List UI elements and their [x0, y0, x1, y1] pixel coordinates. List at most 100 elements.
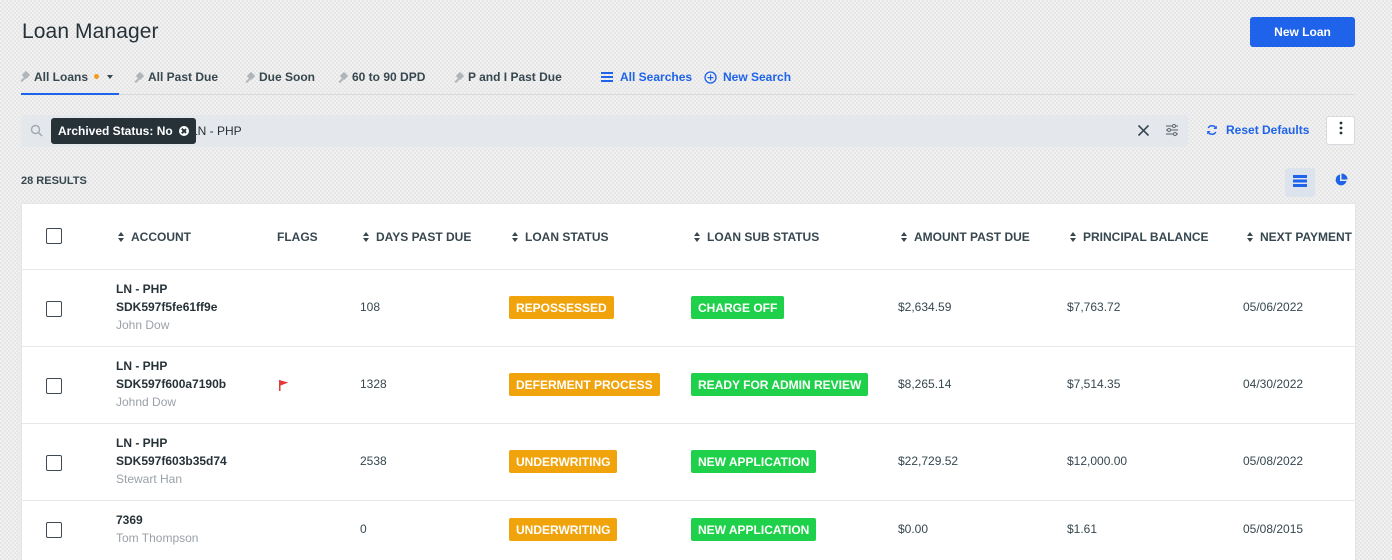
sort-icon: [1247, 232, 1254, 242]
column-header-account[interactable]: ACCOUNT: [118, 230, 191, 244]
search-tabs: All Loans All Past Due Due Soon 60 to 90…: [21, 60, 1355, 95]
amount-past-due-cell: $22,729.52: [898, 454, 959, 468]
filter-chip[interactable]: Archived Status: No: [51, 118, 196, 144]
column-header-days-past-due[interactable]: DAYS PAST DUE: [363, 230, 471, 244]
column-header-loan-sub-status[interactable]: LOAN SUB STATUS: [694, 230, 819, 244]
row-checkbox[interactable]: [46, 522, 62, 538]
filter-chip-label: Archived Status: No: [58, 124, 173, 138]
tab-all-loans[interactable]: All Loans: [21, 60, 120, 95]
tab-label: All Past Due: [148, 70, 219, 84]
column-header-label: AMOUNT PAST DUE: [914, 230, 1030, 244]
days-past-due-cell: 2538: [360, 454, 387, 468]
column-header-loan-status[interactable]: LOAN STATUS: [512, 230, 609, 244]
tab-label: 60 to 90 DPD: [352, 70, 426, 84]
column-header-label: LOAN SUB STATUS: [707, 230, 820, 244]
pin-icon: [135, 72, 146, 83]
select-all-checkbox[interactable]: [46, 228, 62, 244]
borrower-name: John Dow: [116, 318, 170, 332]
sort-icon: [694, 232, 701, 242]
loan-sub-status-badge: NEW APPLICATION: [691, 450, 817, 473]
table-row[interactable]: LN - PHP SDK597f600a7190b Johnd Dow 1328…: [22, 347, 1355, 424]
all-searches-label: All Searches: [620, 70, 693, 84]
reset-defaults-label: Reset Defaults: [1226, 123, 1310, 137]
borrower-name: Stewart Han: [116, 472, 183, 486]
new-search-link[interactable]: New Search: [704, 60, 791, 94]
borrower-name: Tom Thompson: [116, 531, 199, 545]
kebab-menu-icon: [1339, 121, 1343, 140]
row-checkbox[interactable]: [46, 301, 62, 317]
page-title: Loan Manager: [22, 20, 159, 43]
loans-table: ACCOUNT FLAGS DAYS PAST DUE LOAN STATUS …: [21, 203, 1356, 560]
amount-past-due-cell: $8,265.14: [898, 377, 952, 391]
caret-down-icon[interactable]: [107, 74, 114, 79]
pie-chart-icon: [1334, 173, 1348, 192]
tab-all-past-due[interactable]: All Past Due: [135, 60, 218, 94]
table-row[interactable]: 7369 Tom Thompson 0 UNDERWRITING NEW APP…: [22, 501, 1355, 560]
loan-status-badge: UNDERWRITING: [509, 450, 618, 473]
column-header-label: ACCOUNT: [131, 230, 191, 244]
column-header-principal-balance[interactable]: PRINCIPAL BALANCE: [1070, 230, 1209, 244]
table-row[interactable]: LN - PHP SDK597f5fe61ff9e John Dow 108 R…: [22, 270, 1355, 347]
account-cell[interactable]: LN - PHP SDK597f600a7190b Johnd Dow: [116, 359, 226, 409]
row-checkbox[interactable]: [46, 455, 62, 471]
more-options-button[interactable]: [1326, 116, 1355, 145]
tab-label: Due Soon: [259, 70, 315, 84]
filter-settings-icon[interactable]: [1165, 123, 1179, 142]
loan-sub-status-badge: NEW APPLICATION: [691, 518, 817, 541]
account-prefix: LN - PHP: [116, 282, 168, 296]
borrower-name: Johnd Dow: [116, 395, 177, 409]
loan-sub-status-badge: READY FOR ADMIN REVIEW: [691, 373, 869, 396]
remove-chip-icon[interactable]: [178, 126, 189, 136]
tab-p-and-i-past-due[interactable]: P and I Past Due: [455, 60, 562, 94]
close-icon[interactable]: [1137, 124, 1150, 142]
refresh-icon: [1206, 124, 1218, 136]
account-prefix: LN - PHP: [116, 359, 168, 373]
account-cell[interactable]: 7369 Tom Thompson: [116, 513, 198, 545]
account-id: SDK597f603b35d74: [116, 454, 227, 468]
next-payment-cell: 05/08/2022: [1243, 454, 1304, 468]
tab-60-to-90-dpd[interactable]: 60 to 90 DPD: [339, 60, 425, 94]
sort-icon: [363, 232, 370, 242]
row-checkbox[interactable]: [46, 378, 62, 394]
principal-balance-cell: $12,000.00: [1067, 454, 1128, 468]
column-header-label: PRINCIPAL BALANCE: [1083, 230, 1209, 244]
column-header-label: DAYS PAST DUE: [376, 230, 472, 244]
search-icon: [30, 124, 43, 142]
pin-icon: [21, 71, 32, 82]
loan-status-badge: UNDERWRITING: [509, 518, 618, 541]
column-header-amount-past-due[interactable]: AMOUNT PAST DUE: [901, 230, 1030, 244]
next-payment-cell: 04/30/2022: [1243, 377, 1304, 391]
table-view-icon: [1293, 174, 1307, 192]
table-view-button[interactable]: [1285, 168, 1315, 197]
tab-due-soon[interactable]: Due Soon: [246, 60, 315, 94]
new-loan-button[interactable]: New Loan: [1250, 17, 1355, 47]
amount-past-due-cell: $2,634.59: [898, 300, 952, 314]
column-header-next-payment[interactable]: NEXT PAYMENT D: [1247, 230, 1355, 244]
principal-balance-cell: $7,763.72: [1067, 300, 1121, 314]
loan-status-badge: DEFERMENT PROCESS: [509, 373, 660, 396]
reset-defaults-link[interactable]: Reset Defaults: [1206, 115, 1309, 145]
column-header-label: LOAN STATUS: [525, 230, 609, 244]
tab-label: P and I Past Due: [468, 70, 562, 84]
sort-icon: [901, 232, 908, 242]
all-searches-link[interactable]: All Searches: [600, 60, 692, 94]
flag-icon[interactable]: [278, 379, 290, 397]
days-past-due-cell: 0: [360, 522, 367, 536]
account-id: 7369: [116, 513, 143, 527]
account-id: SDK597f5fe61ff9e: [116, 300, 218, 314]
pin-icon: [455, 72, 466, 83]
search-bar: Archived Status: No: [21, 115, 1188, 147]
new-search-label: New Search: [723, 70, 792, 84]
table-row[interactable]: LN - PHP SDK597f603b35d74 Stewart Han 25…: [22, 424, 1355, 501]
column-header-flags: FLAGS: [277, 230, 318, 244]
next-payment-cell: 05/08/2015: [1243, 522, 1304, 536]
search-input[interactable]: [191, 115, 991, 147]
loan-status-badge: REPOSSESSED: [509, 296, 614, 319]
account-cell[interactable]: LN - PHP SDK597f603b35d74 Stewart Han: [116, 436, 227, 486]
chart-view-button[interactable]: [1326, 168, 1355, 197]
account-cell[interactable]: LN - PHP SDK597f5fe61ff9e John Dow: [116, 282, 217, 332]
days-past-due-cell: 108: [360, 300, 381, 314]
pin-icon: [246, 72, 257, 83]
pin-icon: [339, 72, 350, 83]
sort-icon: [1070, 232, 1077, 242]
